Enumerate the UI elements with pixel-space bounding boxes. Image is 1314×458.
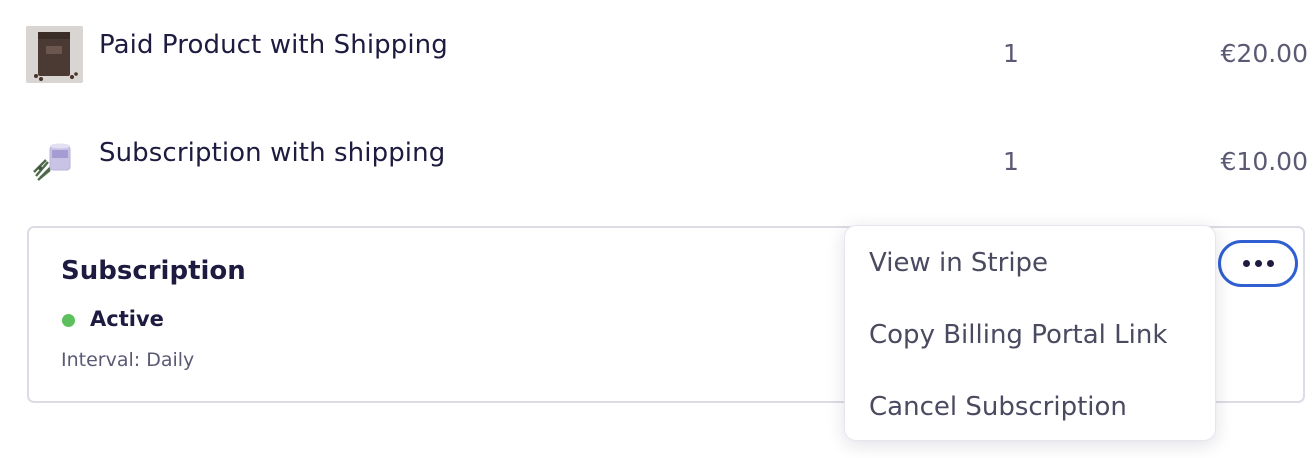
line-item-quantity: 1 — [1003, 39, 1019, 68]
line-item: Paid Product with Shipping 1 €20.00 — [0, 22, 1314, 102]
status-dot-icon — [62, 314, 75, 327]
line-item-price: €10.00 — [1220, 147, 1308, 176]
more-horizontal-icon — [1242, 260, 1274, 267]
line-item-name: Paid Product with Shipping — [99, 30, 448, 60]
menu-item-copy-billing-portal-link[interactable]: Copy Billing Portal Link — [869, 320, 1167, 350]
subscription-status: Active — [90, 307, 164, 331]
more-actions-button[interactable] — [1218, 240, 1298, 287]
menu-item-view-in-stripe[interactable]: View in Stripe — [869, 248, 1048, 278]
product-thumbnail-candle — [26, 132, 83, 189]
line-item-quantity: 1 — [1003, 147, 1019, 176]
subscription-interval: Interval: Daily — [61, 349, 195, 371]
subscription-actions-menu: View in Stripe Copy Billing Portal Link … — [844, 225, 1216, 441]
menu-item-cancel-subscription[interactable]: Cancel Subscription — [869, 392, 1127, 422]
product-thumbnail-coffee-bag — [26, 26, 83, 83]
subscription-title: Subscription — [61, 256, 246, 286]
line-item-name: Subscription with shipping — [99, 138, 446, 168]
line-item-price: €20.00 — [1220, 39, 1308, 68]
line-item: Subscription with shipping 1 €10.00 — [0, 130, 1314, 210]
